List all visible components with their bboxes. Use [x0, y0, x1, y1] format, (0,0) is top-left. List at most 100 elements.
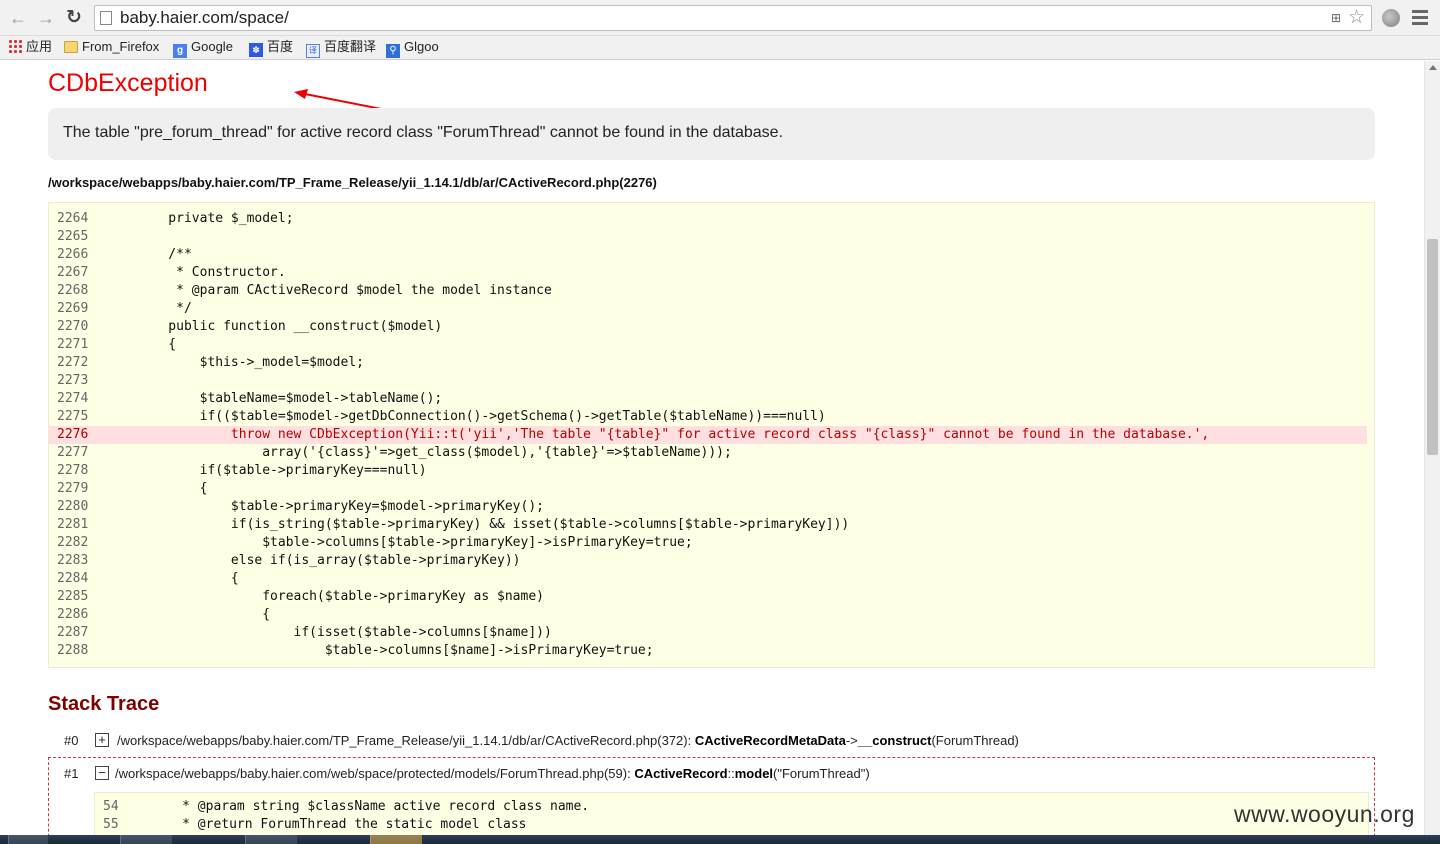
forward-button[interactable]: →	[36, 8, 56, 28]
line-source: {	[137, 607, 271, 622]
code-line: 2283 else if(is_array($table->primaryKey…	[49, 552, 1367, 570]
line-number: 2266	[57, 247, 89, 262]
taskbar-item[interactable]	[245, 835, 297, 844]
code-line: 2266 /**	[49, 246, 1367, 264]
bookmark-glgoo[interactable]: ⚲ Glgoo	[386, 39, 439, 58]
line-number: 2275	[57, 409, 89, 424]
code-line: 2286 {	[49, 606, 1367, 624]
line-source: * @param CActiveRecord $model the model …	[137, 283, 552, 298]
line-source: /**	[137, 247, 192, 262]
code-line: 2272 $this->_model=$model;	[49, 354, 1367, 372]
line-number: 2274	[57, 391, 89, 406]
code-line: 2275 if(($table=$model->getDbConnection(…	[49, 408, 1367, 426]
start-button[interactable]	[8, 835, 48, 844]
trace-path: /workspace/webapps/baby.haier.com/web/sp…	[115, 766, 635, 781]
code-line-highlighted: 2276 throw new CDbException(Yii::t('yii'…	[49, 426, 1367, 444]
code-line: 2264 private $_model;	[49, 210, 1367, 228]
line-source: else if(is_array($table->primaryKey))	[137, 553, 521, 568]
browser-toolbar: ← → ↻ baby.haier.com/space/ ⊞ ☆	[0, 0, 1440, 36]
line-source: $table->columns[$table->primaryKey]->isP…	[137, 535, 693, 550]
code-line: 2279 {	[49, 480, 1367, 498]
line-number: 2277	[57, 445, 89, 460]
address-url[interactable]: baby.haier.com/space/	[120, 8, 289, 28]
line-source: $this->_model=$model;	[137, 355, 364, 370]
line-source: * @param string $className active record…	[143, 799, 590, 814]
trace-path: /workspace/webapps/baby.haier.com/TP_Fra…	[117, 733, 695, 748]
scroll-up-arrow-icon[interactable]	[1429, 65, 1437, 70]
menu-icon[interactable]	[1412, 10, 1428, 26]
vertical-scrollbar[interactable]	[1424, 61, 1440, 835]
trace-args: ("ForumThread")	[773, 766, 870, 781]
line-number: 2271	[57, 337, 89, 352]
line-source: * @return ForumThread the static model c…	[143, 817, 527, 832]
bookmark-star-icon[interactable]: ☆	[1348, 6, 1365, 29]
address-bar[interactable]: baby.haier.com/space/ ⊞ ☆	[94, 5, 1372, 31]
taskbar-item-active[interactable]	[370, 835, 422, 844]
code-line: 2288 $table->columns[$name]->isPrimaryKe…	[49, 642, 1367, 660]
code-line: 2284 {	[49, 570, 1367, 588]
source-code-block: 2264 private $_model; 2265 2266 /** 2267 * …	[48, 202, 1375, 668]
trace-text: /workspace/webapps/baby.haier.com/TP_Fra…	[117, 733, 1019, 748]
line-number: 2265	[57, 229, 89, 244]
back-button[interactable]: ←	[8, 8, 28, 28]
trace-class: CActiveRecordMetaData	[694, 733, 846, 748]
bookmark-baidu[interactable]: ✽ 百度	[249, 39, 293, 57]
code-line: 2282 $table->columns[$table->primaryKey]…	[49, 534, 1367, 552]
bookmark-label: Glgoo	[404, 39, 439, 54]
line-number: 2273	[57, 373, 89, 388]
code-line: 2273	[49, 372, 1367, 390]
line-number: 2269	[57, 301, 89, 316]
line-source: if(($table=$model->getDbConnection()->ge…	[137, 409, 826, 424]
code-line: 2265	[49, 228, 1367, 246]
google-icon: g	[173, 44, 187, 58]
line-source: public function __construct($model)	[137, 319, 443, 334]
line-number: 2286	[57, 607, 89, 622]
trace-index: #1	[64, 766, 79, 781]
code-line: 54 * @param string $className active rec…	[95, 798, 1365, 816]
code-line: 2270 public function __construct($model)	[49, 318, 1367, 336]
line-source: if(isset($table->columns[$name]))	[137, 625, 552, 640]
translate-icon: 译	[306, 44, 320, 58]
trace-args: (ForumThread)	[931, 733, 1019, 748]
taskbar-item[interactable]	[120, 835, 172, 844]
line-number: 2272	[57, 355, 89, 370]
line-number: 54	[103, 799, 119, 814]
line-number: 2268	[57, 283, 89, 298]
bookmark-label: 应用	[26, 39, 53, 54]
code-line: 2274 $tableName=$model->tableName();	[49, 390, 1367, 408]
expand-toggle-button[interactable]: +	[95, 733, 109, 747]
bookmark-from-firefox[interactable]: From_Firefox	[64, 39, 159, 55]
scroll-thumb[interactable]	[1427, 239, 1438, 455]
trace-method: model	[734, 766, 774, 781]
line-source: {	[137, 571, 239, 586]
baidu-paw-icon: ✽	[249, 43, 263, 57]
line-source: array('{class}'=>get_class($model),'{tab…	[137, 445, 732, 460]
line-source: throw new CDbException(Yii::t('yii','The…	[137, 427, 1210, 442]
bookmark-label: 百度翻译	[324, 39, 377, 54]
trace-code-block: 54 * @param string $className active rec…	[94, 792, 1369, 835]
stack-trace-title: Stack Trace	[48, 693, 160, 715]
stack-trace-item: #0 + /workspace/webapps/baby.haier.com/T…	[48, 733, 1375, 753]
line-source: if(is_string($table->primaryKey) && isse…	[137, 517, 850, 532]
watermark: www.wooyun.org	[1234, 801, 1415, 827]
exception-title: CDbException	[48, 69, 208, 97]
translate-icon[interactable]: ⊞	[1331, 11, 1341, 25]
line-number: 2288	[57, 643, 89, 658]
line-source: if($table->primaryKey===null)	[137, 463, 427, 478]
code-line: 2268 * @param CActiveRecord $model the m…	[49, 282, 1367, 300]
code-line: 2271 {	[49, 336, 1367, 354]
code-line: 2280 $table->primaryKey=$model->primaryK…	[49, 498, 1367, 516]
code-line: 2287 if(isset($table->columns[$name]))	[49, 624, 1367, 642]
collapse-toggle-button[interactable]: −	[95, 766, 109, 780]
extension-globe-icon[interactable]	[1382, 9, 1400, 27]
reload-button[interactable]: ↻	[64, 8, 84, 28]
source-file-path: /workspace/webapps/baby.haier.com/TP_Fra…	[48, 175, 657, 190]
code-line: 2281 if(is_string($table->primaryKey) &&…	[49, 516, 1367, 534]
bookmark-google[interactable]: g Google	[173, 39, 233, 58]
line-number: 2283	[57, 553, 89, 568]
line-source: $table->primaryKey=$model->primaryKey();	[137, 499, 544, 514]
bookmark-baidu-translate[interactable]: 译百度翻译	[306, 39, 376, 58]
line-number: 2282	[57, 535, 89, 550]
apps-icon	[8, 39, 22, 53]
bookmark-apps[interactable]: 应用	[8, 39, 52, 55]
